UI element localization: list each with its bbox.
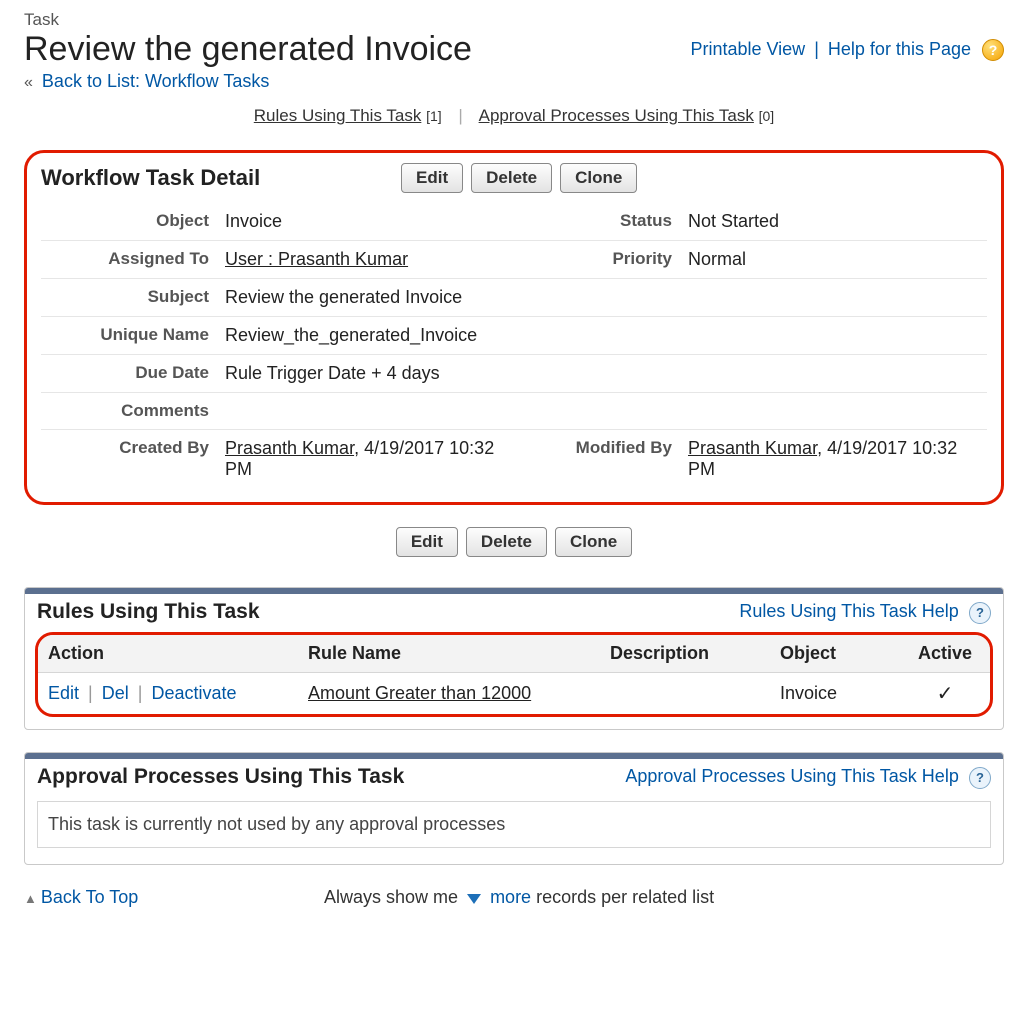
footer-text-before: Always show me — [324, 887, 463, 907]
rule-del-link[interactable]: Del — [102, 683, 129, 703]
col-description: Description — [600, 635, 770, 673]
rule-name-link[interactable]: Amount Greater than 12000 — [308, 683, 531, 703]
workflow-task-detail-panel: Workflow Task Detail Edit Delete Clone O… — [24, 150, 1004, 505]
help-page-link[interactable]: Help for this Page — [828, 39, 971, 59]
due-date-value: Rule Trigger Date + 4 days — [217, 355, 987, 393]
separator: | — [814, 39, 819, 59]
rules-panel-title: Rules Using This Task — [37, 600, 260, 624]
more-link[interactable]: more — [490, 887, 531, 907]
rules-help-link[interactable]: Rules Using This Task Help — [739, 601, 958, 621]
back-chevron-icon: « — [24, 74, 33, 91]
col-object: Object — [770, 635, 900, 673]
unique-name-label: Unique Name — [41, 317, 217, 355]
caret-up-icon: ▲ — [24, 891, 37, 906]
delete-button-bottom[interactable]: Delete — [466, 527, 547, 557]
edit-button[interactable]: Edit — [401, 163, 463, 193]
status-label: Status — [524, 203, 680, 241]
footer-text-after: records per related list — [536, 887, 714, 907]
status-value: Not Started — [680, 203, 987, 241]
created-by-name[interactable]: Prasanth Kumar — [225, 438, 354, 458]
divider: | — [458, 106, 462, 125]
printable-view-link[interactable]: Printable View — [690, 39, 805, 59]
rules-anchor-link[interactable]: Rules Using This Task — [254, 106, 422, 125]
priority-value: Normal — [680, 241, 987, 279]
subject-value: Review the generated Invoice — [217, 279, 987, 317]
check-icon: ✓ — [937, 683, 954, 705]
object-label: Object — [41, 203, 217, 241]
approvals-count: [0] — [759, 108, 775, 124]
rule-deactivate-link[interactable]: Deactivate — [151, 683, 236, 703]
object-value: Invoice — [217, 203, 524, 241]
approvals-anchor-link[interactable]: Approval Processes Using This Task — [479, 106, 754, 125]
assigned-to-label: Assigned To — [41, 241, 217, 279]
back-to-top-link[interactable]: ▲Back To Top — [24, 887, 324, 908]
rules-count: [1] — [426, 108, 442, 124]
approvals-empty-msg: This task is currently not used by any a… — [37, 801, 991, 848]
clone-button[interactable]: Clone — [560, 163, 637, 193]
triangle-down-icon[interactable] — [467, 894, 481, 904]
col-action: Action — [38, 635, 298, 673]
approvals-help-link[interactable]: Approval Processes Using This Task Help — [625, 766, 958, 786]
back-to-list-link[interactable]: Back to List: Workflow Tasks — [42, 71, 269, 91]
priority-label: Priority — [524, 241, 680, 279]
delete-button[interactable]: Delete — [471, 163, 552, 193]
modified-by-name[interactable]: Prasanth Kumar — [688, 438, 817, 458]
rule-description — [600, 673, 770, 715]
modified-by-label: Modified By — [524, 430, 680, 489]
breadcrumb: Task — [24, 10, 1004, 30]
approvals-panel-title: Approval Processes Using This Task — [37, 765, 404, 789]
subject-label: Subject — [41, 279, 217, 317]
col-active: Active — [900, 635, 990, 673]
col-rule-name: Rule Name — [298, 635, 600, 673]
help-icon[interactable]: ? — [969, 602, 991, 624]
due-date-label: Due Date — [41, 355, 217, 393]
table-row: Edit | Del | Deactivate Amount Greater t… — [38, 673, 990, 715]
approvals-panel: Approval Processes Using This Task Appro… — [24, 752, 1004, 865]
created-by-label: Created By — [41, 430, 217, 489]
rule-edit-link[interactable]: Edit — [48, 683, 79, 703]
assigned-to-value[interactable]: User : Prasanth Kumar — [225, 249, 408, 269]
help-icon[interactable]: ? — [969, 767, 991, 789]
detail-title: Workflow Task Detail — [41, 165, 401, 191]
edit-button-bottom[interactable]: Edit — [396, 527, 458, 557]
help-icon[interactable]: ? — [982, 39, 1004, 61]
clone-button-bottom[interactable]: Clone — [555, 527, 632, 557]
comments-label: Comments — [41, 393, 217, 430]
unique-name-value: Review_the_generated_Invoice — [217, 317, 987, 355]
rule-object: Invoice — [770, 673, 900, 715]
rules-panel: Rules Using This Task Rules Using This T… — [24, 587, 1004, 730]
comments-value — [217, 393, 987, 430]
